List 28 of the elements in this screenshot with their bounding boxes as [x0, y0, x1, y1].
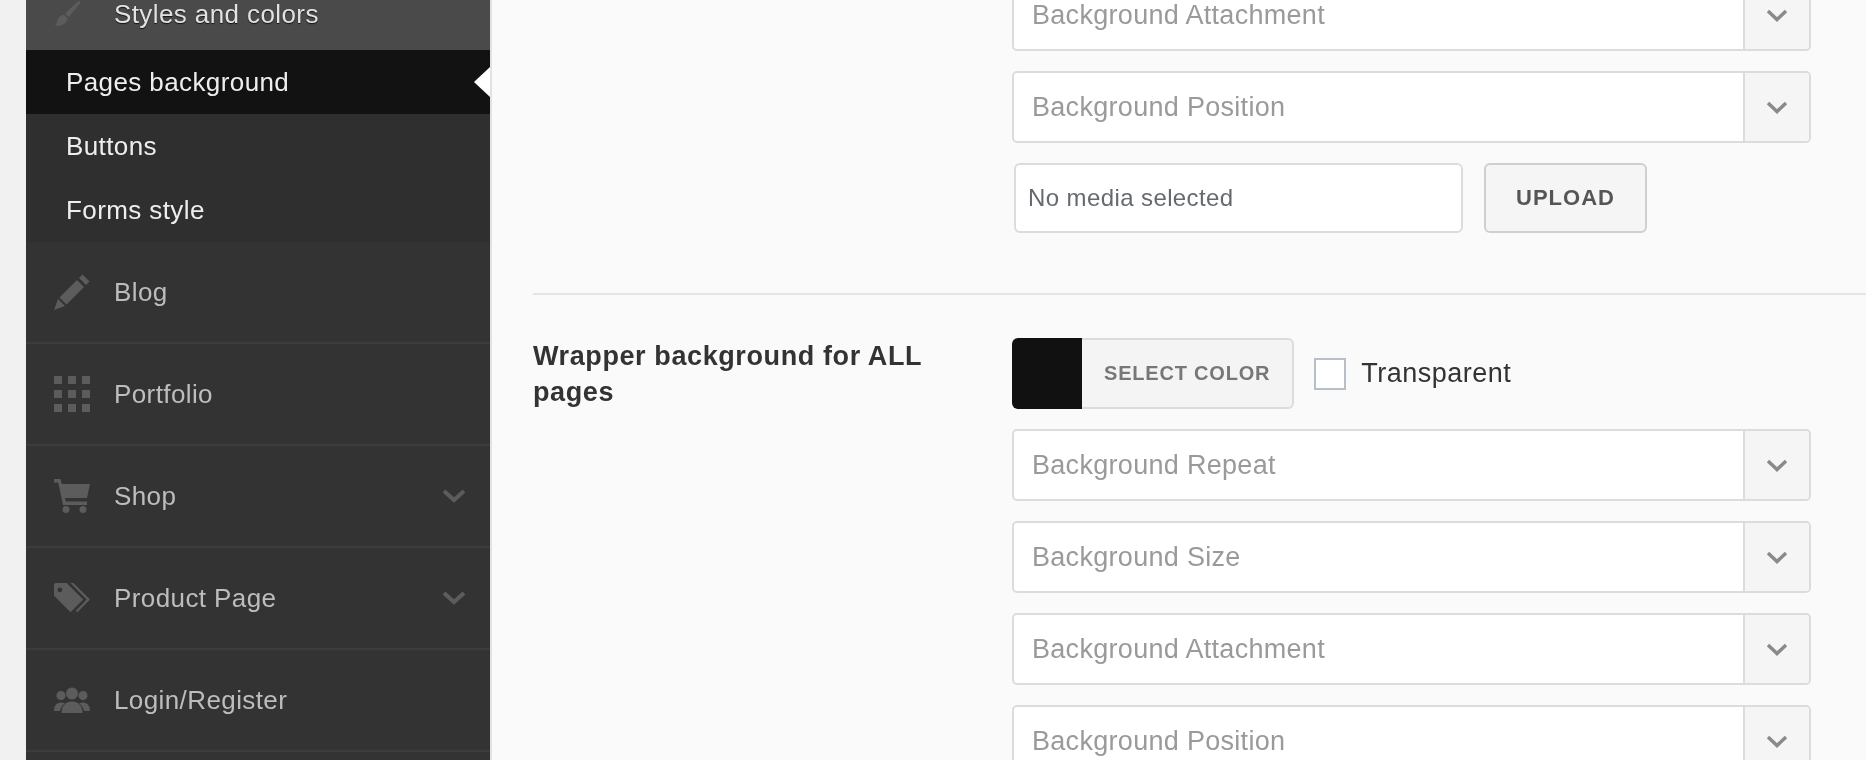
- sidebar-item[interactable]: Styles and colors: [26, 0, 490, 50]
- dropdown-toggle[interactable]: [1743, 523, 1809, 591]
- chevron-down-icon: [1766, 550, 1788, 564]
- tag-icon: [54, 582, 90, 614]
- upload-button[interactable]: UPLOAD: [1484, 163, 1647, 233]
- dropdown-toggle[interactable]: [1743, 0, 1809, 49]
- chevron-down-icon: [1766, 734, 1788, 748]
- cart-icon: [54, 479, 90, 513]
- chevron-down-icon: [1766, 8, 1788, 22]
- submenu-item[interactable]: Pages background: [26, 50, 490, 114]
- submenu-item[interactable]: Forms style: [26, 178, 490, 242]
- dropdown-toggle[interactable]: [1743, 615, 1809, 683]
- checkbox[interactable]: [1314, 357, 1347, 390]
- users-icon: [54, 687, 90, 713]
- chevron-down-icon: [1766, 642, 1788, 656]
- dropdown-toggle[interactable]: [1743, 707, 1809, 760]
- checkbox-label[interactable]: Transparent: [1361, 358, 1512, 389]
- chevron-down-icon: [1766, 458, 1788, 472]
- color-swatch[interactable]: [1012, 338, 1082, 409]
- media-path-field[interactable]: No media selected: [1014, 163, 1463, 233]
- grid-icon: [54, 376, 90, 412]
- section-label: Wrapper background for ALL pages: [533, 340, 923, 409]
- dropdown-toggle[interactable]: [1743, 431, 1809, 499]
- pencil-icon: [54, 274, 90, 310]
- select-color-button[interactable]: SELECT COLOR: [1082, 338, 1295, 409]
- dropdown-toggle[interactable]: [1743, 73, 1809, 141]
- chevron-down-icon: [1766, 100, 1788, 114]
- submenu-item[interactable]: Buttons: [26, 114, 490, 178]
